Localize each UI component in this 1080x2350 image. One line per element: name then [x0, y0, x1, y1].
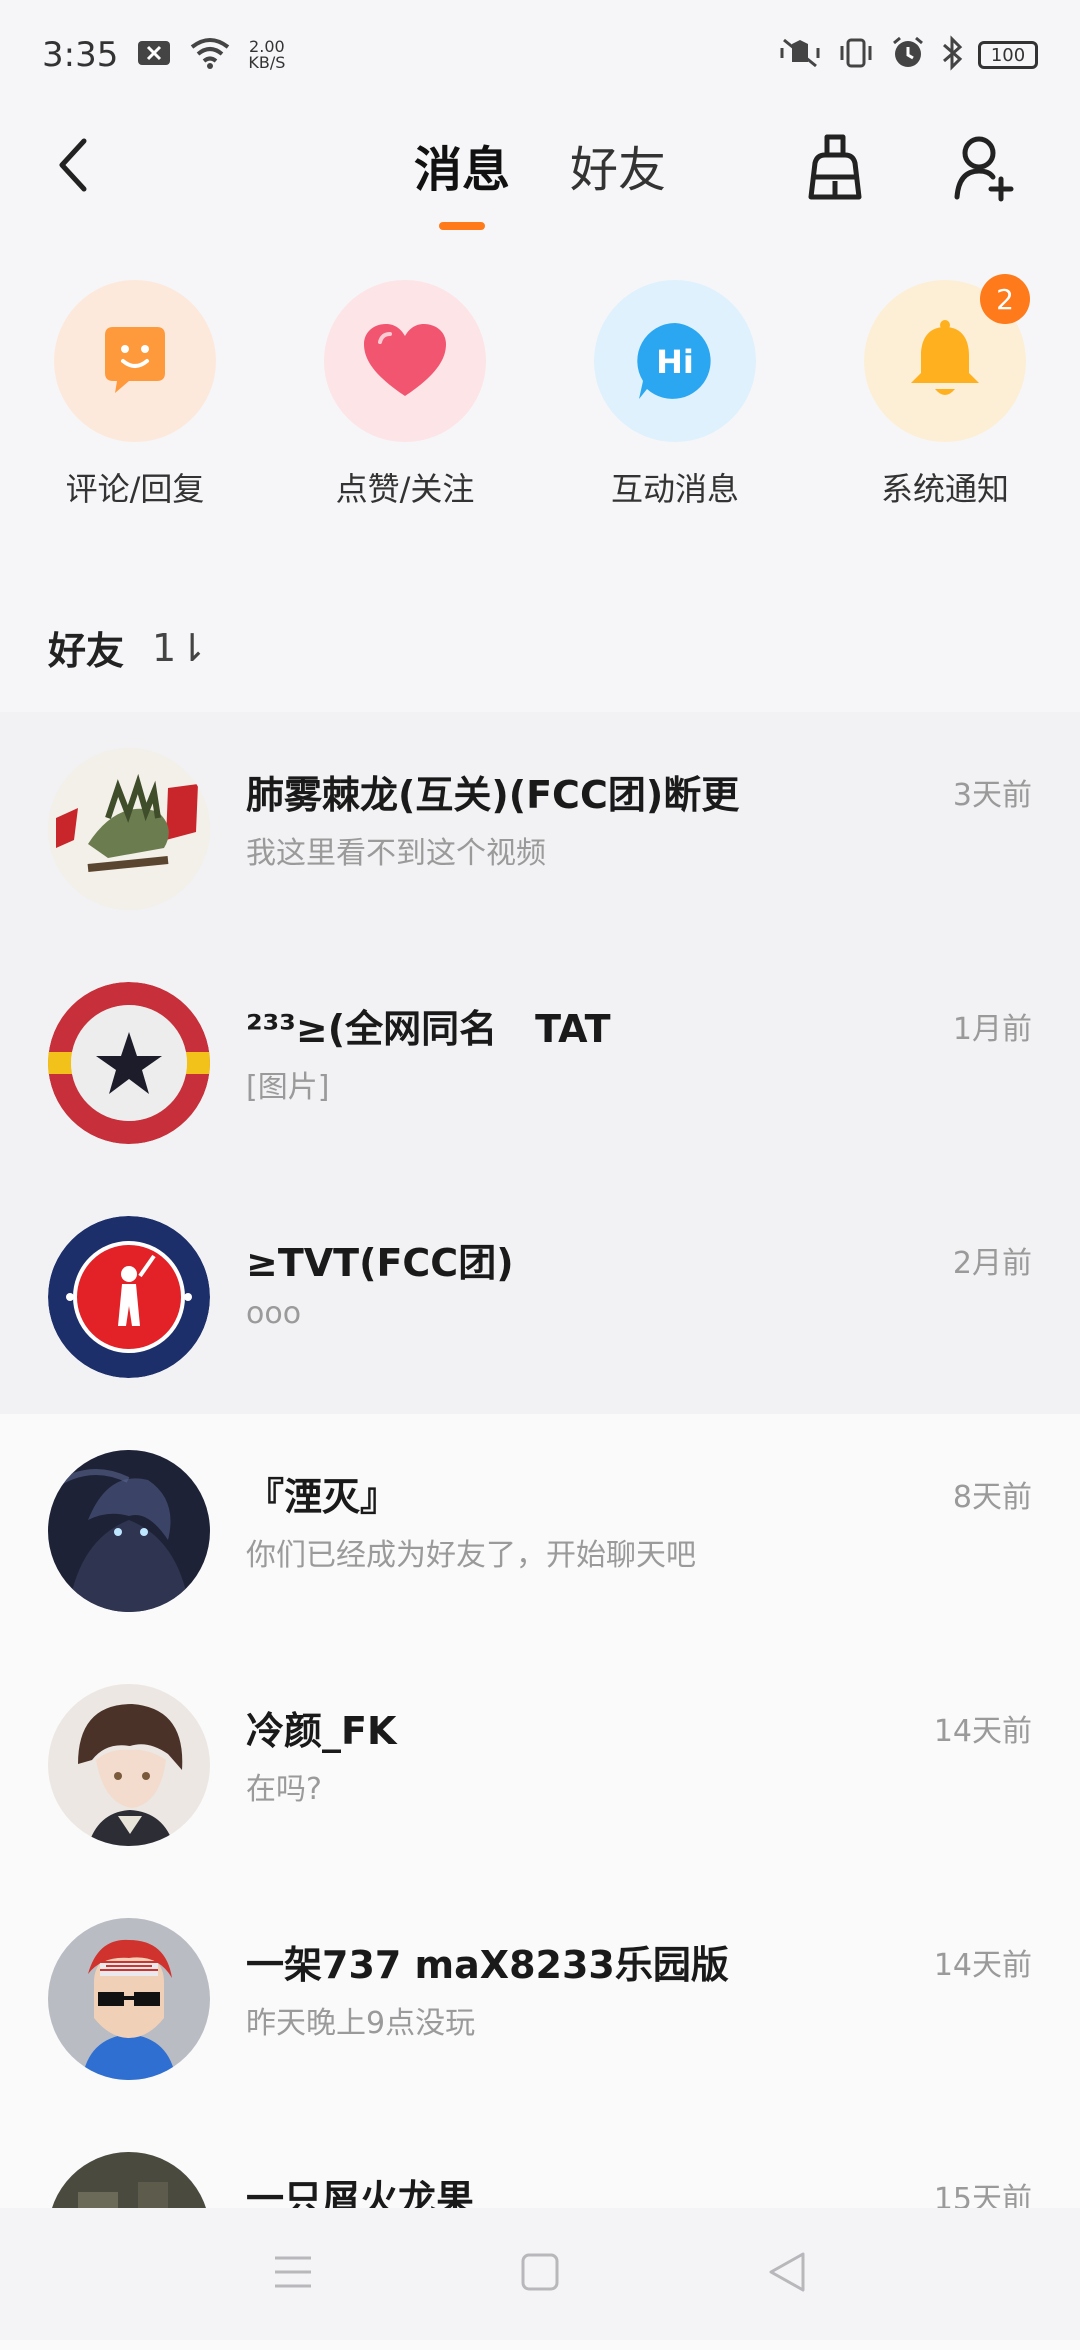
top-header: 消息 好友 — [0, 110, 1080, 240]
home-icon[interactable] — [520, 2252, 560, 2296]
add-user-icon — [954, 136, 1014, 202]
tab-friends[interactable]: 好友 — [570, 120, 666, 230]
tab-messages[interactable]: 消息 — [414, 120, 510, 230]
conversation-time: 14天前 — [933, 1714, 1032, 1749]
status-bar: 3:35 2.00 KB/S 100 — [0, 0, 1080, 110]
conversation-row[interactable]: 冷颜_FK 在吗? 14天前 — [0, 1648, 1080, 1882]
conversation-row[interactable]: 『湮灭』 你们已经成为好友了，开始聊天吧 8天前 — [0, 1414, 1080, 1648]
friends-section-title: 好友 — [48, 629, 125, 673]
speed-unit: KB/S — [248, 53, 286, 72]
comment-icon — [105, 327, 165, 393]
conversation-time: 3天前 — [952, 778, 1032, 813]
avatar[interactable] — [48, 748, 210, 910]
conversation-preview: 在吗? — [246, 1772, 322, 1807]
conversation-name: 肺雾棘龙(互关)(FCC团)断更 — [246, 773, 740, 817]
conversation-preview: 昨天晚上9点没玩 — [246, 2006, 476, 2041]
conversation-name: ≥TVT(FCC团) — [246, 1241, 514, 1285]
add-friend-button[interactable] — [950, 128, 1020, 208]
conversation-time: 2月前 — [952, 1246, 1032, 1281]
category-interactions-label: 互动消息 — [610, 470, 739, 508]
back-triangle-icon[interactable] — [767, 2250, 807, 2298]
avatar[interactable] — [48, 982, 210, 1144]
conversation-time: 14天前 — [933, 1948, 1032, 1983]
conversation-time: 8天前 — [952, 1480, 1032, 1515]
tab-bar: 消息 好友 — [0, 120, 1080, 230]
bluetooth-icon — [940, 35, 964, 75]
category-system-notice-label: 系统通知 — [880, 470, 1009, 508]
hi-icon: Hi — [637, 323, 711, 399]
message-categories: 评论/回复 点赞/关注 Hi 互动消息 2 系统通知 — [0, 274, 1080, 540]
conversation-preview: 我这里看不到这个视频 — [246, 836, 546, 871]
category-likes[interactable]: 点赞/关注 — [270, 280, 540, 540]
conversation-name: 冷颜_FK — [246, 1709, 397, 1753]
sort-icon[interactable]: 1⇂ — [152, 626, 208, 670]
battery-indicator: 100 — [978, 41, 1038, 69]
menu-icon[interactable] — [273, 2254, 313, 2294]
avatar[interactable] — [48, 1684, 210, 1846]
conversation-row[interactable]: ²³³≥(全网同名 TAT [图片] 1月前 — [0, 946, 1080, 1180]
friends-section-header: 好友 1⇂ — [48, 620, 208, 675]
conversation-name: 一架737 maX8233乐园版 — [246, 1943, 729, 1987]
bell-icon — [911, 320, 979, 395]
conversation-name: 『湮灭』 — [246, 1475, 399, 1519]
heart-icon-circle — [324, 280, 486, 442]
notification-icon — [136, 38, 172, 72]
conversation-preview: [图片] — [246, 1070, 330, 1105]
heart-icon — [364, 324, 446, 396]
system-nav-bar — [0, 2208, 1080, 2340]
avatar[interactable] — [48, 1450, 210, 1612]
category-comments-label: 评论/回复 — [65, 470, 205, 508]
conversation-row[interactable]: 一架737 maX8233乐园版 昨天晚上9点没玩 14天前 — [0, 1882, 1080, 2116]
category-interactions[interactable]: Hi 互动消息 — [540, 280, 810, 540]
conversation-preview: 你们已经成为好友了，开始聊天吧 — [246, 1538, 696, 1573]
conversation-time: 1月前 — [952, 1012, 1032, 1047]
svg-text:Hi: Hi — [656, 343, 694, 381]
conversation-name: ²³³≥(全网同名 TAT — [246, 1007, 611, 1051]
vibrate-mute-icon — [778, 36, 822, 74]
bell-icon-circle: 2 — [864, 274, 1030, 442]
comment-icon-circle — [54, 280, 216, 442]
status-time: 3:35 — [42, 35, 119, 75]
hi-icon-circle: Hi — [594, 280, 756, 442]
alarm-icon — [890, 35, 926, 75]
conversation-preview: ooo — [246, 1296, 302, 1331]
avatar[interactable] — [48, 1216, 210, 1378]
conversation-list: 肺雾棘龙(互关)(FCC团)断更 我这里看不到这个视频 3天前 ²³³≥(全网同… — [0, 712, 1080, 2350]
clear-unread-button[interactable] — [800, 128, 870, 208]
category-system-notice[interactable]: 2 系统通知 — [810, 274, 1080, 540]
category-comments[interactable]: 评论/回复 — [0, 280, 270, 540]
avatar[interactable] — [48, 1918, 210, 2080]
conversation-row[interactable]: ≥TVT(FCC团) ooo 2月前 — [0, 1180, 1080, 1414]
vibrate-icon — [836, 36, 876, 74]
network-speed: 2.00 KB/S — [248, 39, 285, 71]
broom-icon — [808, 134, 862, 200]
category-likes-label: 点赞/关注 — [335, 470, 475, 508]
wifi-icon — [190, 37, 230, 73]
conversation-row[interactable]: 肺雾棘龙(互关)(FCC团)断更 我这里看不到这个视频 3天前 — [0, 712, 1080, 946]
notification-count-badge: 2 — [980, 274, 1030, 324]
